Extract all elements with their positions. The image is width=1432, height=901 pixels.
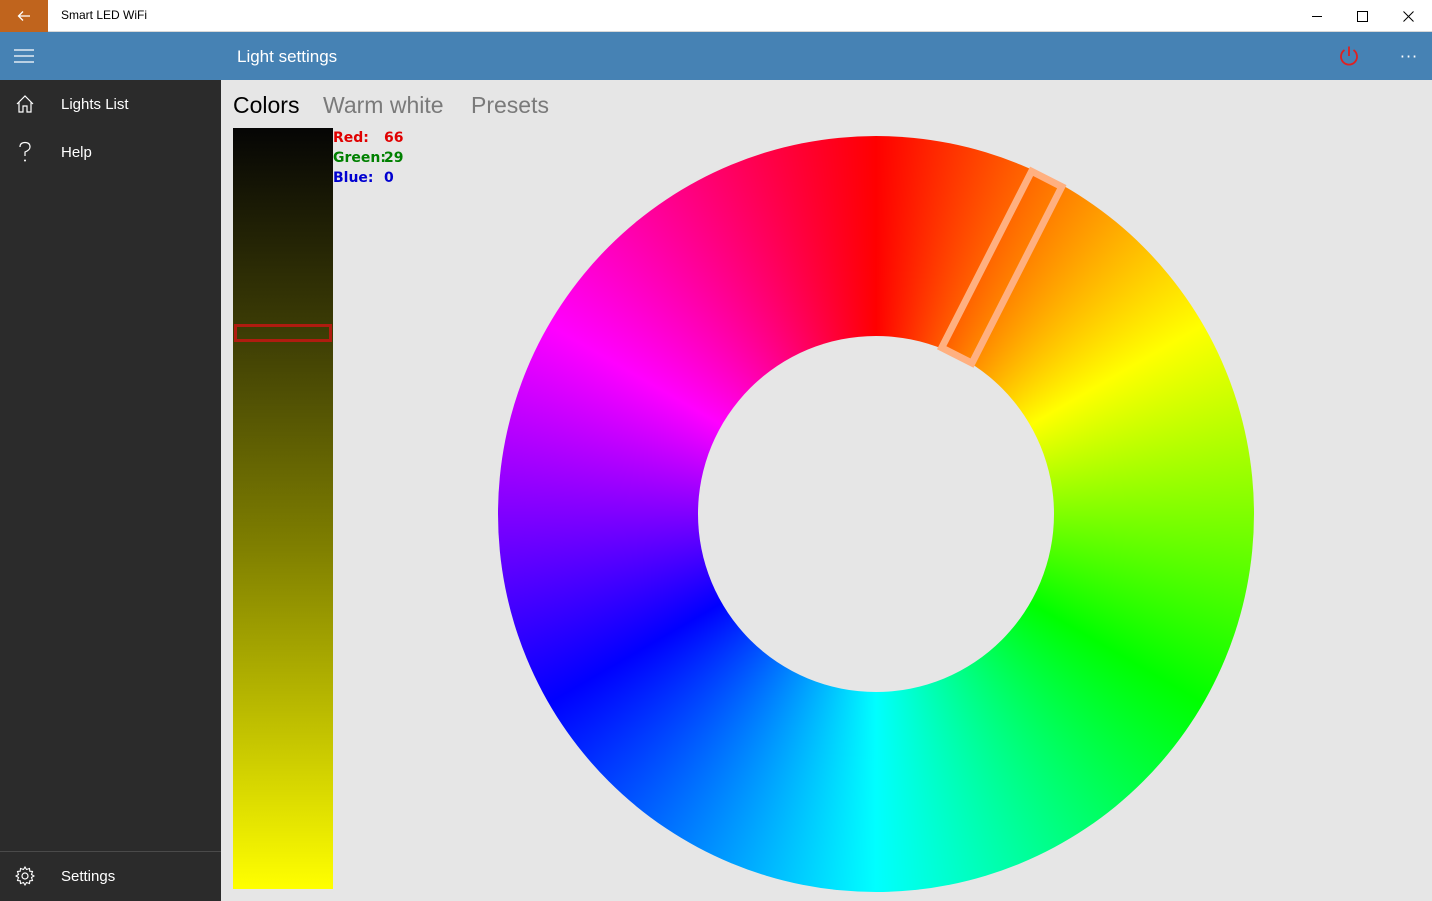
brightness-slider-thumb[interactable] [234,324,332,342]
sidebar-item-help[interactable]: Help [0,128,221,176]
app-title: Smart LED WiFi [61,8,148,22]
app-header: Light settings ··· [0,32,1432,80]
close-button[interactable] [1385,0,1431,32]
brightness-slider[interactable] [233,128,333,889]
hue-selector-layer [936,166,1067,368]
title-bar: Smart LED WiFi [0,0,1432,32]
sidebar-item-settings[interactable]: Settings [0,852,221,900]
red-row: Red: 66 [333,130,413,150]
hamburger-button[interactable] [0,32,48,80]
hue-selector-marker[interactable] [936,166,1067,368]
blue-value: 0 [384,170,394,186]
maximize-icon [1356,10,1368,22]
sidebar-item-label: Settings [61,867,116,885]
minimize-icon [1311,15,1322,17]
green-value: 29 [384,150,404,166]
back-button[interactable] [0,0,48,32]
tab-warm-white[interactable]: Warm white [323,92,444,119]
gear-icon [13,864,37,888]
red-label: Red: [333,130,369,146]
color-wheel[interactable] [498,136,1254,892]
rgb-readout: Red: 66 Green: 29 Blue: 0 [333,130,413,190]
more-options-button[interactable]: ··· [1386,32,1432,80]
sidebar-item-label: Help [61,143,92,161]
green-row: Green: 29 [333,150,413,170]
page-title: Light settings [237,47,338,66]
power-icon [1340,46,1358,66]
home-icon [13,92,37,116]
green-label: Green: [333,150,386,166]
power-button[interactable] [1326,32,1372,80]
back-arrow-icon [17,11,30,21]
hamburger-icon [14,49,34,63]
blue-row: Blue: 0 [333,170,413,190]
question-icon [13,140,37,164]
blue-label: Blue: [333,170,374,186]
tab-colors[interactable]: Colors [233,92,299,119]
red-value: 66 [384,130,404,146]
sidebar-item-label: Lights List [61,95,129,113]
sidebar: Lights List Help Settings [0,80,221,901]
minimize-button[interactable] [1294,0,1340,32]
more-icon: ··· [1399,46,1419,66]
close-icon [1402,10,1414,22]
sidebar-item-lights-list[interactable]: Lights List [0,80,221,128]
maximize-button[interactable] [1339,0,1385,32]
tab-presets[interactable]: Presets [471,92,549,119]
